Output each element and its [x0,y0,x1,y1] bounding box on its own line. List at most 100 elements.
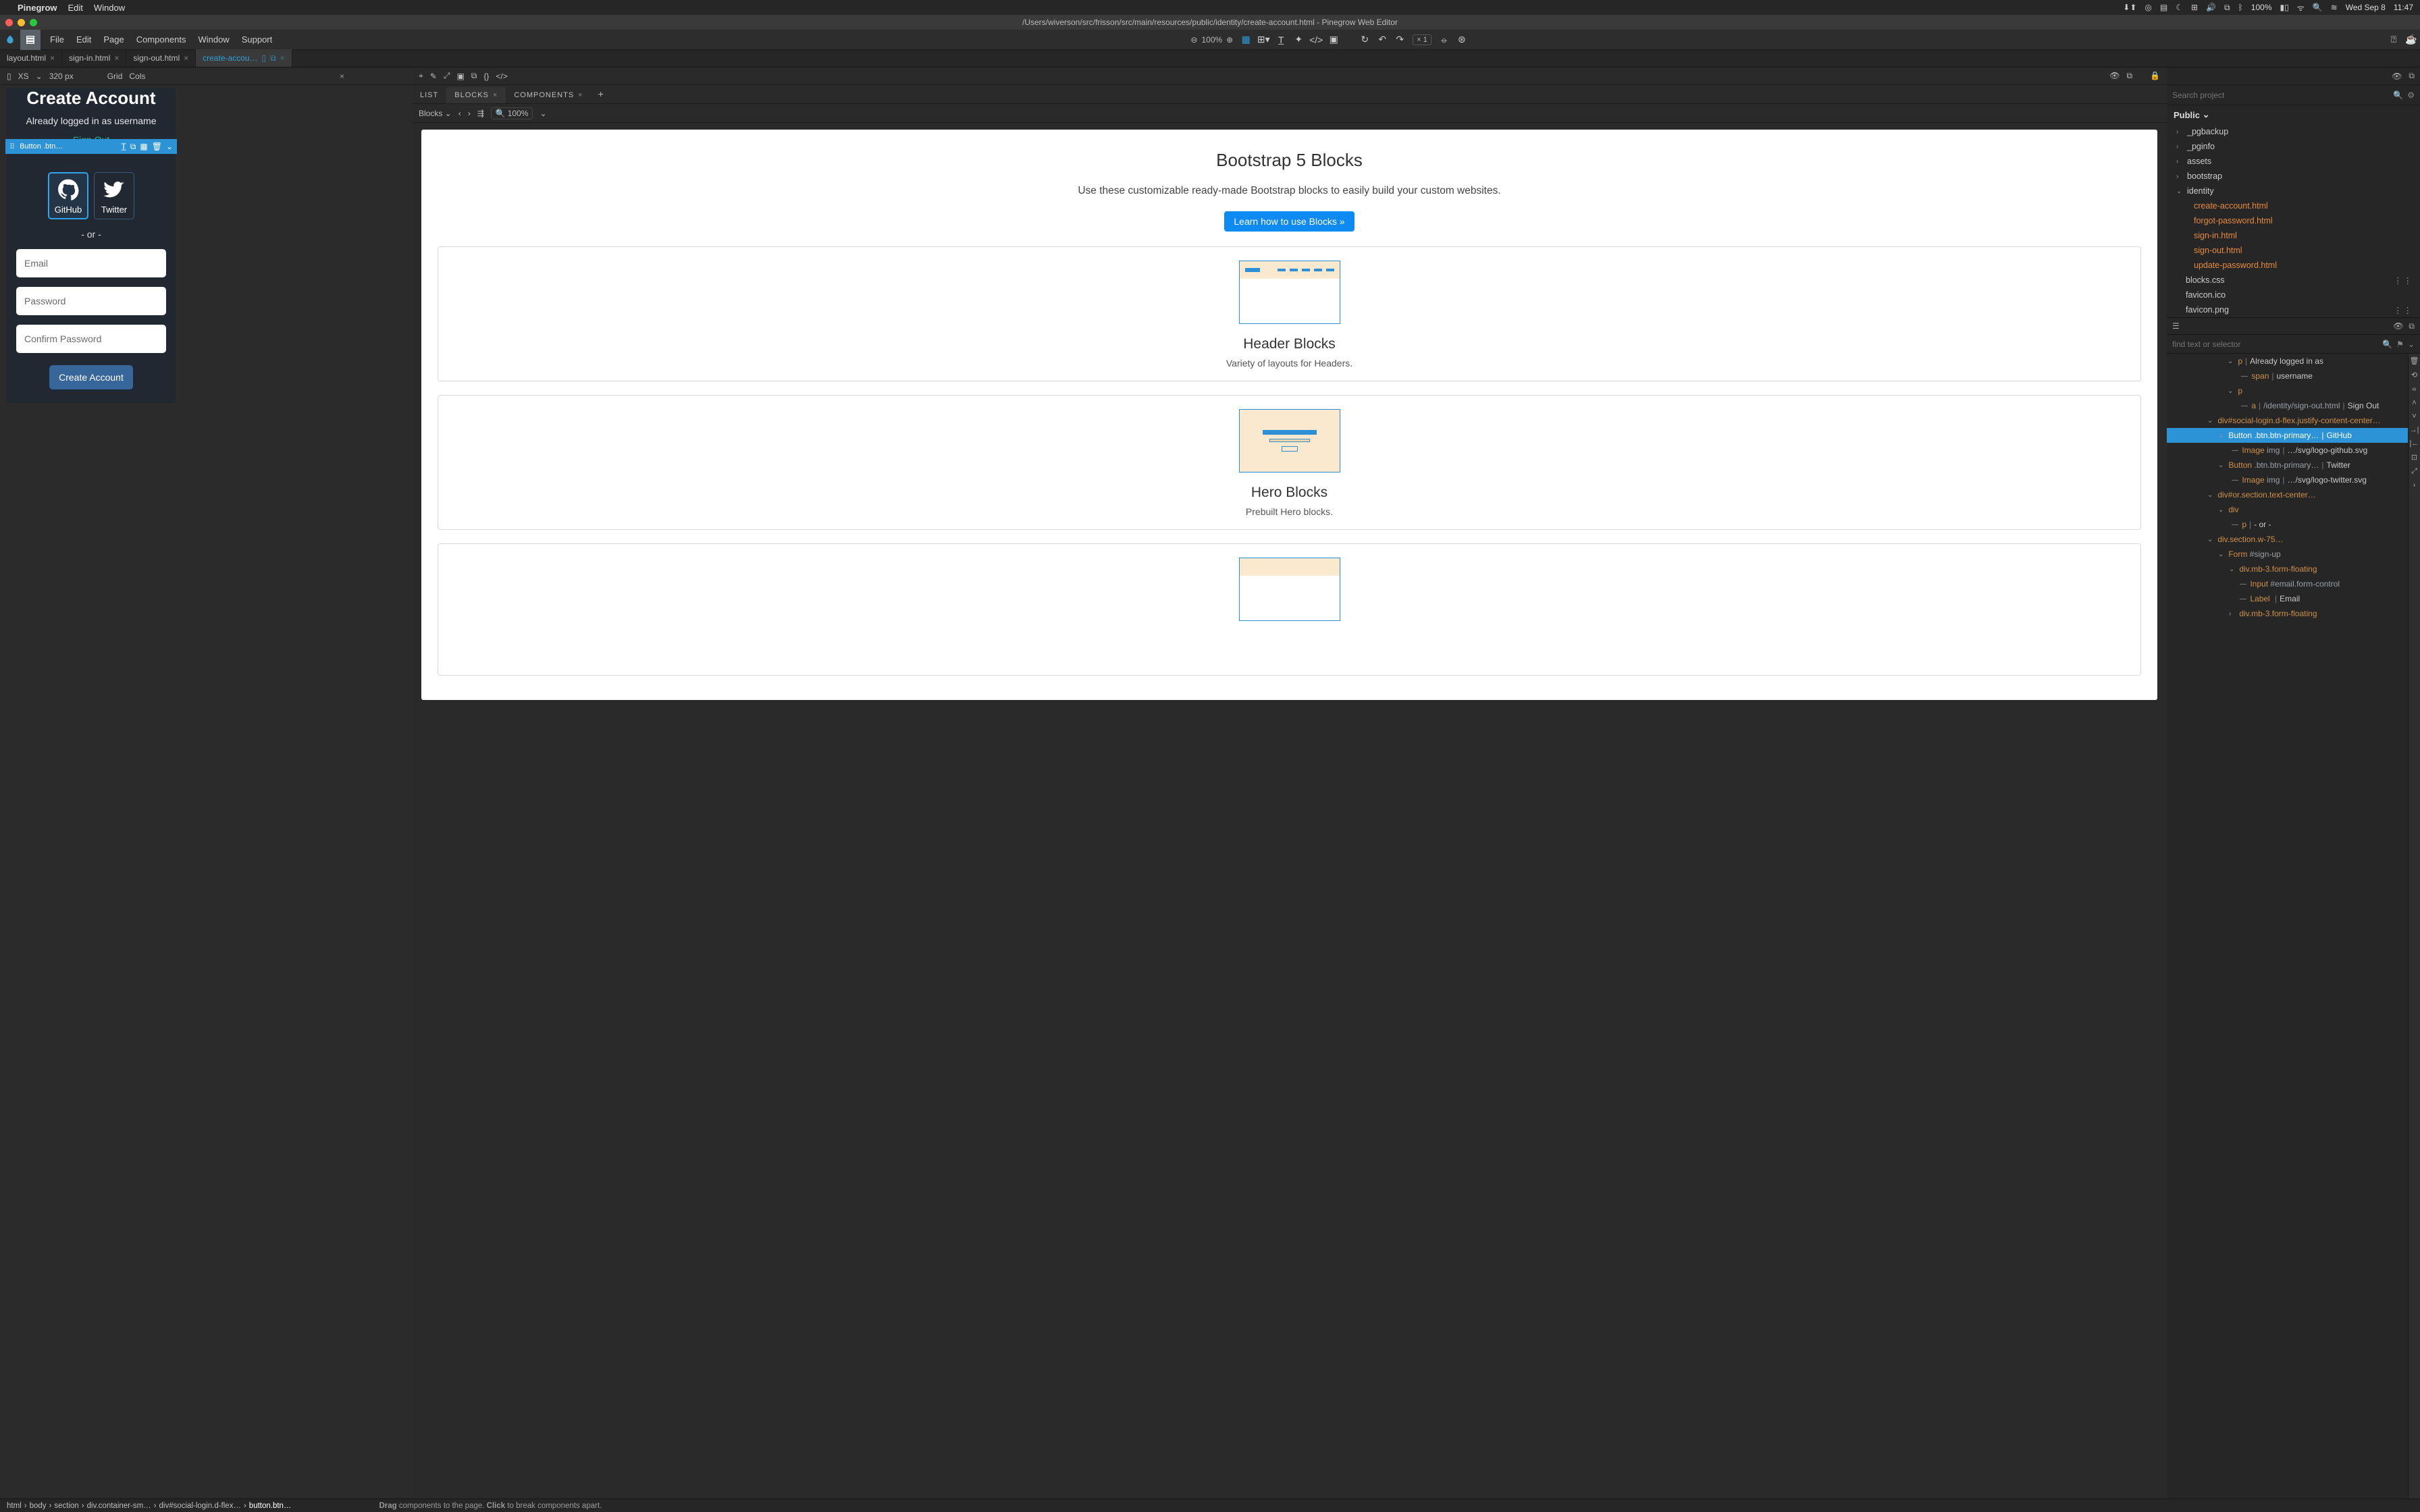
dom-row[interactable]: — Label |Email [2167,591,2420,606]
wrap-icon[interactable]: ⊡ [2411,453,2417,462]
project-search[interactable]: 🔍 ⚙ [2167,85,2420,105]
file-favicon-png[interactable]: favicon.png⋮⋮ [2167,302,2420,317]
search-icon[interactable]: 🔍 [2382,340,2392,349]
device-size[interactable]: XS [18,72,29,81]
dom-row[interactable]: ⌄ div#or.section.text-center… [2167,487,2420,502]
window-zoom-icon[interactable] [30,19,37,26]
responsive-icon[interactable]: ⧉ [270,53,276,63]
search-icon[interactable]: 🔍 [2393,90,2403,100]
project-panel-toggle-button[interactable] [20,30,41,50]
wifi-icon[interactable]: ᯤ [2297,2,2305,14]
menu-file[interactable]: File [50,34,64,45]
blocks-preview[interactable]: Bootstrap 5 Blocks Use these customizabl… [412,123,2167,1498]
folder-identity[interactable]: ⌄identity [2167,184,2420,198]
css-tool-icon[interactable]: {} [483,72,489,81]
display-icon[interactable]: ⧉ [2224,3,2230,13]
block-card-next[interactable] [438,543,2141,676]
add-tab-button[interactable]: + [591,84,610,103]
code-tool-icon[interactable]: </> [496,72,507,81]
menu-edit[interactable]: Edit [76,34,91,45]
pointer-tool-icon[interactable]: ⌖ [419,71,423,81]
dom-row[interactable]: ⌄ Form #sign-up [2167,547,2420,562]
chevron-down-icon[interactable]: ⌄ [166,142,173,152]
chevron-down-icon[interactable]: ⌄ [540,109,546,118]
mac-app-name[interactable]: Pinegrow [18,3,57,13]
dom-row[interactable]: ⌄ div.section.w-75… [2167,532,2420,547]
spotlight-icon[interactable]: 🔍 [2313,3,2323,12]
folder-pginfo[interactable]: ›_pginfo [2167,139,2420,154]
pinegrow-logo-icon[interactable] [0,30,20,50]
dom-row[interactable]: — p|- or - [2167,517,2420,532]
edit-text-icon[interactable]: T̲ [121,142,126,152]
delete-icon[interactable]: 🗑 [2410,356,2419,365]
filter-icon[interactable]: ⚑ [2396,340,2404,349]
mac-menu-edit[interactable]: Edit [68,3,83,13]
tab-components[interactable]: COMPONENTS× [506,87,591,103]
zoom-out-button[interactable]: ⊖ [1190,35,1197,45]
file-sign-out[interactable]: sign-out.html [2167,243,2420,258]
tree-view-icon[interactable]: ☰ [2172,321,2180,331]
collapse-icon[interactable]: › [2413,481,2416,489]
file-create-account[interactable]: create-account.html [2167,198,2420,213]
chevron-down-icon[interactable]: ⌄ [36,72,43,81]
indent-icon[interactable]: →| [2410,426,2419,434]
window-minimize-icon[interactable] [18,19,25,26]
brush-tool-icon[interactable]: ✎ [430,72,437,81]
github-login-button[interactable]: GitHub [48,172,88,219]
tab-create-account[interactable]: create-accou… ▯ ⧉ × [196,49,292,67]
battery-icon[interactable]: ▮▯ [2280,3,2289,12]
copy-icon[interactable]: ⧉ [2409,321,2415,331]
close-icon[interactable]: × [184,53,188,63]
close-icon[interactable]: × [280,53,285,63]
hide-icon[interactable]: ⦵ [2411,385,2417,394]
status-icon-3[interactable]: ☾ [2176,3,2183,12]
file-update-password[interactable]: update-password.html [2167,258,2420,273]
file-forgot-password[interactable]: forgot-password.html [2167,213,2420,228]
dom-row[interactable]: — span|username [2167,369,2420,383]
text-tool-icon[interactable]: T̲ [1272,31,1290,49]
create-account-button[interactable]: Create Account [49,365,133,389]
control-center-icon[interactable]: ≋ [2331,3,2338,12]
status-icon-2[interactable]: ▤ [2160,3,2167,12]
box-tool-icon[interactable]: ▣ [456,72,464,81]
file-blocks-css[interactable]: blocks.css⋮⋮ [2167,273,2420,288]
dom-row[interactable]: ⌄ div#social-login.d-flex.justify-conten… [2167,413,2420,428]
dom-row[interactable]: ⌄ div.mb-3.form-floating [2167,562,2420,576]
coffee-icon[interactable]: ☕ [2402,31,2420,49]
device-icon[interactable]: ▯ [262,53,267,63]
device-icon[interactable]: ▯ [7,72,11,81]
page-preview[interactable]: Create Account Already logged in as user… [7,88,176,403]
insert-tool-icon[interactable]: ⊞▾ [1255,31,1272,49]
dom-row[interactable]: — Input #email.form-control [2167,576,2420,591]
menu-page[interactable]: Page [103,34,124,45]
confirm-password-field[interactable]: Confirm Password [16,325,166,353]
eye-icon[interactable]: 👁 [2393,321,2403,331]
zoom-value[interactable]: 100% [1201,35,1222,45]
tab-signin[interactable]: sign-in.html× [62,49,126,67]
filter-icon[interactable]: ⚙ [2407,90,2415,100]
lock-icon[interactable]: 🔒 [2150,71,2160,81]
close-icon[interactable]: × [50,53,55,63]
blocks-dropdown[interactable]: Blocks ⌄ [419,109,452,118]
delete-icon[interactable]: 🗑 [152,142,162,152]
tab-signout[interactable]: sign-out.html× [126,49,196,67]
dom-row[interactable]: › div.mb-3.form-floating [2167,606,2420,621]
file-favicon-ico[interactable]: favicon.ico [2167,288,2420,302]
file-sign-in[interactable]: sign-in.html [2167,228,2420,243]
close-icon[interactable]: × [578,91,583,99]
mac-time[interactable]: 11:47 [2394,3,2413,12]
mac-date[interactable]: Wed Sep 8 [2346,3,2386,12]
block-card-hero[interactable]: Hero Blocks Prebuilt Hero blocks. [438,395,2141,530]
menu-components[interactable]: Components [136,34,186,45]
help-icon[interactable]: ⍰ [2385,31,2402,49]
search-input[interactable] [2172,90,2389,100]
nav-prev-icon[interactable]: ‹ [458,109,461,118]
status-icon-4[interactable]: ⊞ [2191,3,2198,12]
copy-icon[interactable]: ⧉ [2126,71,2132,81]
visibility-tool-icon[interactable]: ⦵ [1436,31,1453,49]
scale-badge[interactable]: × 1 [1413,34,1431,45]
email-field[interactable]: Email [16,249,166,277]
chevron-down-icon[interactable]: ⌄ [2408,340,2415,349]
dom-tree[interactable]: 🗑 ⟲ ⦵ ˄ ˅ →| |← ⊡ ⤢ › ⌄ p|Already logged… [2167,354,2420,1498]
layout-tool-icon[interactable]: ▦ [1237,31,1255,49]
